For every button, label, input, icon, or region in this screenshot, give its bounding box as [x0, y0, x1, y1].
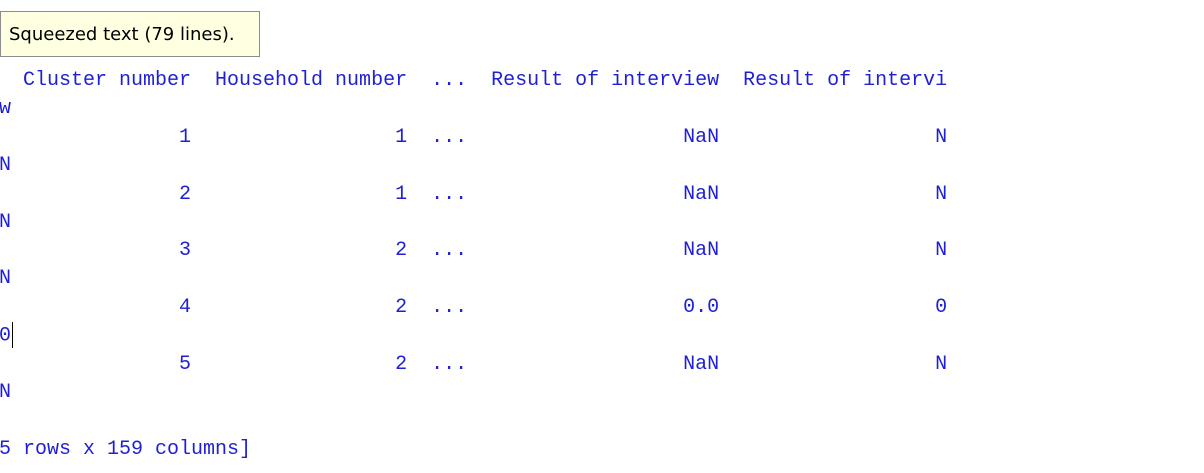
- output-line-summary: [5 rows x 159 columns]: [0, 438, 252, 461]
- output-line-row-0-wrap: aN: [0, 154, 12, 177]
- shell-output[interactable]: Cluster number Household number ... Resu…: [0, 0, 1204, 473]
- output-line-row-4-wrap: aN: [0, 381, 12, 404]
- output-line-row-0: 0 1 1 ... NaN N: [0, 126, 948, 149]
- output-line-row-3-wrap-container: .0: [0, 322, 14, 350]
- text-cursor: [12, 322, 14, 348]
- output-line-row-4: 4 5 2 ... NaN N: [0, 353, 948, 376]
- output-line-row-3: 3 4 2 ... 0.0 0: [0, 296, 948, 319]
- output-line-header: Cluster number Household number ... Resu…: [0, 69, 948, 92]
- output-line-row-3-wrap: .0: [0, 324, 12, 348]
- squeezed-text-tooltip[interactable]: Squeezed text (79 lines).: [0, 11, 260, 57]
- output-line-row-1: 1 2 1 ... NaN N: [0, 183, 948, 206]
- output-line-header-wrap: ew: [0, 97, 12, 120]
- output-line-row-1-wrap: aN: [0, 211, 12, 234]
- tooltip-label: Squeezed text (79 lines).: [9, 24, 235, 45]
- output-line-row-2: 2 3 2 ... NaN N: [0, 239, 948, 262]
- output-line-row-2-wrap: aN: [0, 267, 12, 290]
